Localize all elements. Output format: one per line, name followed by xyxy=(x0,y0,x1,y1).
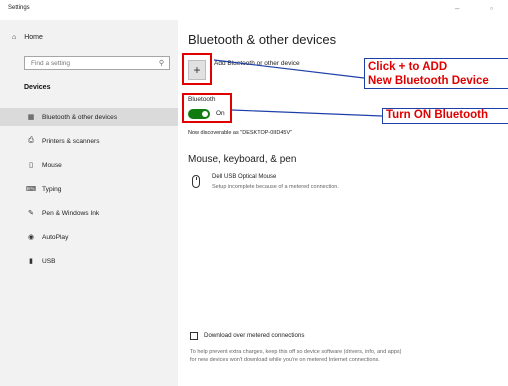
sidebar-item-printers[interactable]: ⎙ Printers & scanners xyxy=(0,132,178,150)
sidebar-item-label: Bluetooth & other devices xyxy=(42,113,118,121)
page-title: Bluetooth & other devices xyxy=(188,32,337,47)
sidebar-item-label: Printers & scanners xyxy=(42,137,100,145)
sidebar-item-typing[interactable]: ⌨ Typing xyxy=(0,180,178,198)
add-device-label[interactable]: Add Bluetooth or other device xyxy=(214,60,300,67)
autoplay-icon: ◉ xyxy=(27,234,35,241)
device-status: Setup incomplete because of a metered co… xyxy=(212,184,339,190)
sidebar-item-mouse[interactable]: ▯ Mouse xyxy=(0,156,178,174)
metered-checkbox-label[interactable]: Download over metered connections xyxy=(204,332,304,339)
sidebar-item-bluetooth[interactable]: ▦ Bluetooth & other devices xyxy=(0,108,178,126)
bluetooth-toggle-highlight xyxy=(182,93,232,123)
pen-icon: ✎ xyxy=(28,210,34,217)
sidebar: ⌂ Home Find a setting ⚲ Devices ▦ Blueto… xyxy=(0,20,178,386)
window-title: Settings xyxy=(8,5,30,11)
home-label: Home xyxy=(24,34,43,41)
turn-on-callout: Turn ON Bluetooth xyxy=(382,108,508,124)
add-device-callout: Click + to ADD New Bluetooth Device xyxy=(364,58,508,89)
usb-icon: ▮ xyxy=(29,258,33,265)
callout-turn-on: Turn ON Bluetooth xyxy=(386,109,488,121)
mouse-device-icon xyxy=(192,175,200,188)
sidebar-item-usb[interactable]: ▮ USB xyxy=(0,252,178,270)
maximize-button[interactable]: ▫ xyxy=(490,4,493,13)
sidebar-item-pen[interactable]: ✎ Pen & Windows Ink xyxy=(0,204,178,222)
discoverable-text: Now discoverable as "DESKTOP-0IID45V" xyxy=(188,130,293,136)
add-button-highlight xyxy=(182,53,212,85)
callout-line1: Click + to ADD xyxy=(368,61,448,73)
search-input[interactable]: Find a setting ⚲ xyxy=(24,56,170,70)
search-icon: ⚲ xyxy=(158,60,164,67)
mouse-icon: ▯ xyxy=(29,162,33,169)
sidebar-item-label: Typing xyxy=(42,185,62,193)
sidebar-item-label: Pen & Windows Ink xyxy=(42,209,100,217)
home-icon: ⌂ xyxy=(12,34,17,41)
printer-icon: ⎙ xyxy=(28,137,34,144)
metered-help-text: To help prevent extra charges, keep this… xyxy=(190,349,402,363)
device-name[interactable]: Dell USB Optical Mouse xyxy=(212,174,276,180)
sidebar-item-label: Mouse xyxy=(42,161,62,169)
metered-checkbox[interactable] xyxy=(190,332,198,340)
section-label-devices: Devices xyxy=(24,84,51,91)
section-title-mouse-keyboard-pen: Mouse, keyboard, & pen xyxy=(188,154,297,165)
home-nav[interactable]: ⌂ Home xyxy=(12,34,43,41)
title-bar: Settings – ▫ xyxy=(0,0,508,20)
bluetooth-devices-icon: ▦ xyxy=(27,114,35,121)
sidebar-item-label: USB xyxy=(42,257,56,265)
sidebar-item-label: AutoPlay xyxy=(42,233,69,241)
minimize-button[interactable]: – xyxy=(455,4,459,13)
callout-line2: New Bluetooth Device xyxy=(368,75,489,87)
keyboard-icon: ⌨ xyxy=(26,186,37,193)
sidebar-item-autoplay[interactable]: ◉ AutoPlay xyxy=(0,228,178,246)
search-placeholder: Find a setting xyxy=(31,60,71,67)
